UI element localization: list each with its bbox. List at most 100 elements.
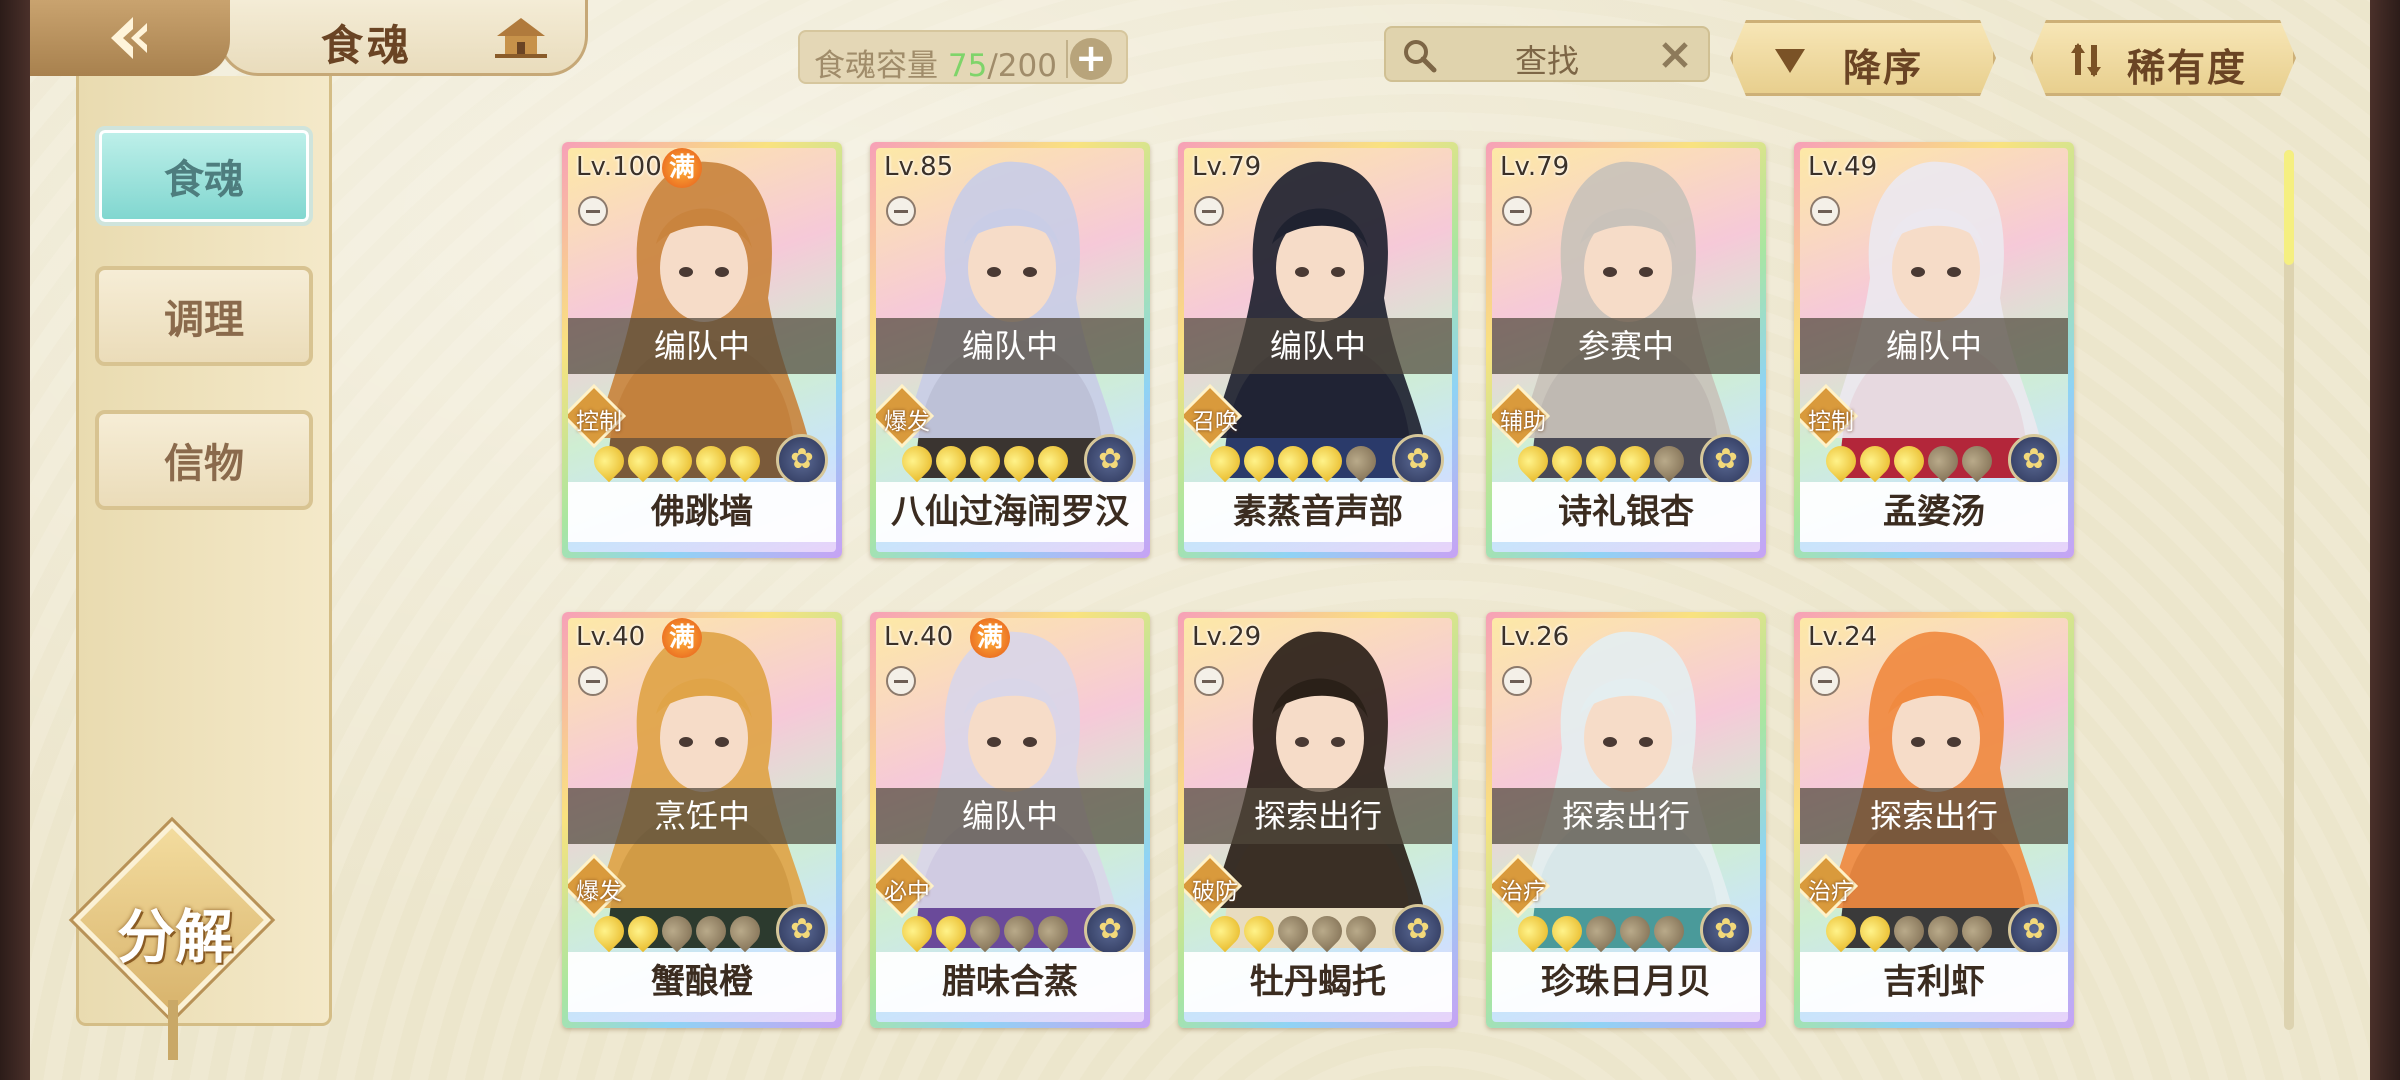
element-icon bbox=[1084, 904, 1136, 956]
status-banner: 参赛中 bbox=[1492, 318, 1760, 374]
level-label: Lv.40 bbox=[884, 622, 954, 652]
sidebar-item-conditioning[interactable]: 调理 bbox=[95, 266, 313, 366]
star-filled-icon bbox=[723, 439, 767, 483]
lock-icon[interactable] bbox=[578, 196, 608, 226]
lock-icon[interactable] bbox=[1194, 196, 1224, 226]
level-label: Lv.24 bbox=[1808, 622, 1878, 652]
level-label: Lv.85 bbox=[884, 152, 954, 182]
star-empty-icon bbox=[997, 909, 1041, 953]
capacity-display: 食魂容量 75/200 + bbox=[798, 30, 1128, 84]
character-name: 诗礼银杏 bbox=[1492, 482, 1760, 542]
star-rating bbox=[1203, 909, 1383, 953]
food-soul-card[interactable]: Lv.85 编队中 爆发 八仙过海闹罗汉 bbox=[870, 142, 1150, 558]
sort-order-label: 降序 bbox=[1843, 46, 1924, 90]
star-filled-icon bbox=[1613, 439, 1657, 483]
food-soul-card[interactable]: Lv.26 探索出行 治疗 珍珠日月贝 bbox=[1486, 612, 1766, 1028]
food-soul-card[interactable]: Lv.40 满 编队中 必中 腊味合蒸 bbox=[870, 612, 1150, 1028]
card-body: Lv.40 满 烹饪中 爆发 蟹酿橙 bbox=[568, 618, 836, 1022]
star-filled-icon bbox=[1819, 909, 1863, 953]
character-name: 八仙过海闹罗汉 bbox=[876, 482, 1144, 542]
scrollbar-track[interactable] bbox=[2284, 150, 2294, 1030]
search-input[interactable]: 查找 bbox=[1384, 26, 1710, 82]
food-soul-card[interactable]: Lv.49 编队中 控制 孟婆汤 bbox=[1794, 142, 2074, 558]
role-label: 辅助 bbox=[1500, 409, 1546, 435]
star-filled-icon bbox=[929, 909, 973, 953]
status-banner: 探索出行 bbox=[1800, 788, 2068, 844]
lock-icon[interactable] bbox=[1810, 666, 1840, 696]
role-label: 治疗 bbox=[1500, 879, 1546, 905]
eye-left bbox=[987, 267, 1001, 277]
star-empty-icon bbox=[1955, 439, 1999, 483]
level-label: Lv.79 bbox=[1192, 152, 1262, 182]
lock-icon[interactable] bbox=[1194, 666, 1224, 696]
star-empty-icon bbox=[1339, 439, 1383, 483]
element-icon bbox=[1392, 904, 1444, 956]
food-soul-card[interactable]: Lv.79 参赛中 辅助 诗礼银杏 bbox=[1486, 142, 1766, 558]
add-capacity-button[interactable]: + bbox=[1070, 38, 1112, 80]
element-icon bbox=[776, 434, 828, 486]
lock-icon[interactable] bbox=[1502, 666, 1532, 696]
back-button[interactable] bbox=[30, 0, 230, 76]
star-filled-icon bbox=[1237, 909, 1281, 953]
eye-right bbox=[1331, 737, 1345, 747]
level-label: Lv.40 bbox=[576, 622, 646, 652]
star-empty-icon bbox=[1613, 909, 1657, 953]
food-soul-card[interactable]: Lv.79 编队中 召唤 素蒸音声部 bbox=[1178, 142, 1458, 558]
lock-icon[interactable] bbox=[886, 666, 916, 696]
star-filled-icon bbox=[895, 439, 939, 483]
eye-right bbox=[1331, 267, 1345, 277]
star-filled-icon bbox=[1203, 439, 1247, 483]
card-body: Lv.26 探索出行 治疗 珍珠日月贝 bbox=[1492, 618, 1760, 1022]
star-rating bbox=[587, 909, 767, 953]
clear-icon[interactable] bbox=[1656, 36, 1694, 74]
sidebar-item-tokens[interactable]: 信物 bbox=[95, 410, 313, 510]
sort-order-button[interactable]: 降序 bbox=[1730, 20, 1996, 96]
star-filled-icon bbox=[1545, 909, 1589, 953]
food-soul-card[interactable]: Lv.24 探索出行 治疗 吉利虾 bbox=[1794, 612, 2074, 1028]
character-name: 佛跳墙 bbox=[568, 482, 836, 542]
star-filled-icon bbox=[587, 909, 631, 953]
status-banner: 编队中 bbox=[876, 318, 1144, 374]
character-name: 吉利虾 bbox=[1800, 952, 2068, 1012]
rarity-sort-button[interactable]: 稀有度 bbox=[2030, 20, 2296, 96]
eye-right bbox=[1947, 267, 1961, 277]
lock-icon[interactable] bbox=[578, 666, 608, 696]
food-soul-card[interactable]: Lv.100 满 编队中 控制 佛跳墙 bbox=[562, 142, 842, 558]
decompose-label[interactable]: 分解 bbox=[90, 890, 260, 974]
lock-icon[interactable] bbox=[886, 196, 916, 226]
card-body: Lv.40 满 编队中 必中 腊味合蒸 bbox=[876, 618, 1144, 1022]
status-banner: 烹饪中 bbox=[568, 788, 836, 844]
title-tab: 食魂 bbox=[218, 0, 588, 76]
star-filled-icon bbox=[1203, 909, 1247, 953]
star-filled-icon bbox=[1887, 439, 1931, 483]
lock-icon[interactable] bbox=[1502, 196, 1532, 226]
star-filled-icon bbox=[1271, 439, 1315, 483]
star-empty-icon bbox=[1887, 909, 1931, 953]
star-empty-icon bbox=[689, 909, 733, 953]
star-filled-icon bbox=[1853, 909, 1897, 953]
star-empty-icon bbox=[1305, 909, 1349, 953]
card-body: Lv.100 满 编队中 控制 佛跳墙 bbox=[568, 148, 836, 552]
max-level-badge: 满 bbox=[970, 618, 1010, 658]
element-icon bbox=[2008, 904, 2060, 956]
star-filled-icon bbox=[1305, 439, 1349, 483]
scrollbar-thumb[interactable] bbox=[2284, 150, 2294, 265]
element-icon bbox=[776, 904, 828, 956]
star-filled-icon bbox=[997, 439, 1041, 483]
level-label: Lv.100 bbox=[576, 152, 662, 182]
food-soul-card[interactable]: Lv.40 满 烹饪中 爆发 蟹酿橙 bbox=[562, 612, 842, 1028]
sidebar-item-food-souls[interactable]: 食魂 bbox=[95, 126, 313, 226]
star-rating bbox=[895, 439, 1075, 483]
eye-left bbox=[1603, 267, 1617, 277]
lock-icon[interactable] bbox=[1810, 196, 1840, 226]
level-label: Lv.49 bbox=[1808, 152, 1878, 182]
role-label: 必中 bbox=[884, 879, 930, 905]
house-icon[interactable] bbox=[493, 14, 549, 60]
role-label: 破防 bbox=[1192, 879, 1238, 905]
star-rating bbox=[895, 909, 1075, 953]
star-rating bbox=[1819, 909, 1999, 953]
food-soul-card[interactable]: Lv.29 探索出行 破防 牡丹蝎托 bbox=[1178, 612, 1458, 1028]
star-empty-icon bbox=[1579, 909, 1623, 953]
eye-left bbox=[679, 737, 693, 747]
max-level-badge: 满 bbox=[662, 618, 702, 658]
